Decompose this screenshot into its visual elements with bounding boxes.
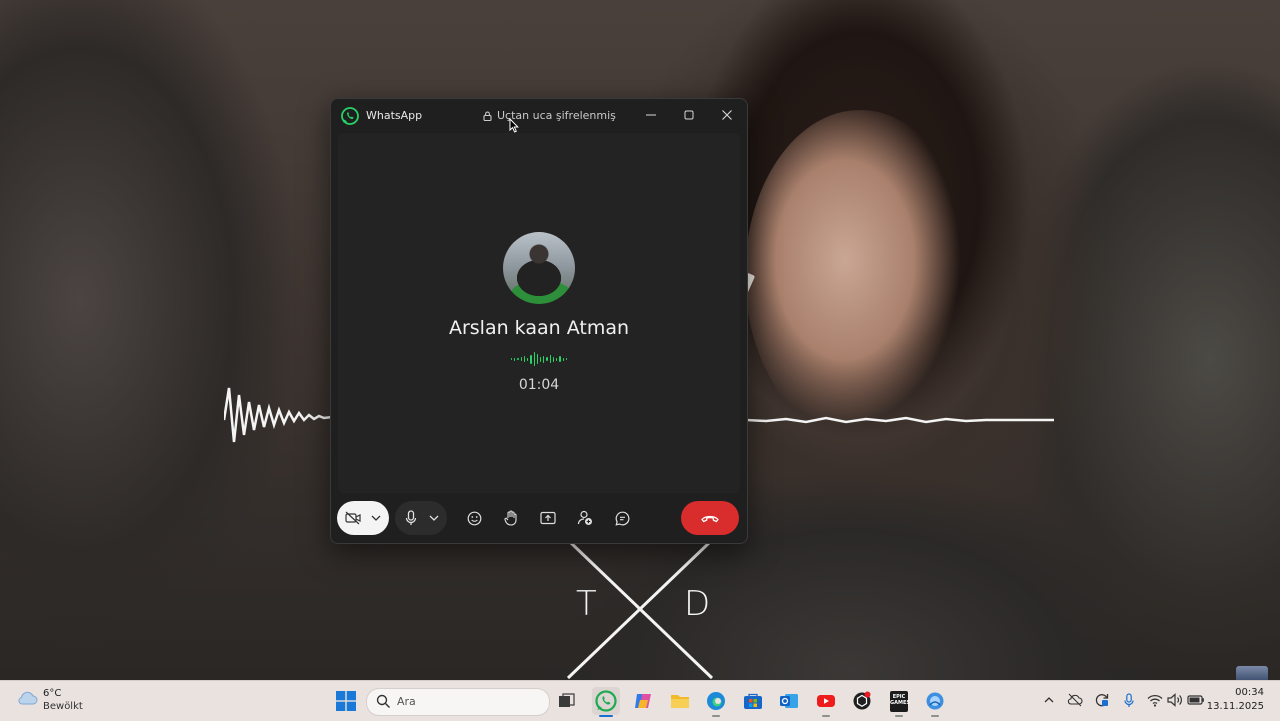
network-button[interactable] [1146, 691, 1164, 709]
volume-icon [1167, 693, 1182, 707]
wallpaper-letter-t: T [576, 584, 598, 624]
volume-button[interactable] [1166, 691, 1184, 709]
add-participant-button[interactable] [572, 501, 598, 535]
hand-icon [504, 510, 517, 526]
chevron-down-icon [371, 515, 381, 521]
wifi-icon [1147, 694, 1163, 707]
start-button[interactable] [336, 691, 356, 711]
onedrive-tray-button[interactable] [1066, 691, 1084, 709]
maximize-icon [684, 110, 694, 120]
folder-icon [671, 695, 689, 708]
mute-button[interactable] [398, 501, 424, 535]
running-indicator [712, 715, 720, 717]
chatgpt-icon [853, 691, 871, 710]
store-icon [744, 693, 762, 709]
maximize-button[interactable] [674, 103, 704, 127]
cloud-icon [18, 691, 38, 705]
chevron-up-icon [1044, 697, 1054, 703]
wallpaper-waveform-right [746, 416, 1054, 424]
weather-widget[interactable]: 6°C Bewölkt [0, 681, 110, 721]
youtube-icon [817, 695, 835, 707]
app-icon [926, 692, 944, 710]
taskbar-whatsapp[interactable] [592, 687, 620, 717]
whatsapp-icon [341, 107, 359, 125]
title-bar[interactable]: WhatsApp Uçtan uca şifrelenmiş [331, 99, 747, 133]
lock-icon [483, 111, 492, 121]
microphone-icon [1124, 692, 1134, 707]
wallpaper-face [745, 110, 975, 440]
whatsapp-call-window: WhatsApp Uçtan uca şifrelenmiş Arslan ka… [330, 98, 748, 544]
app-title: WhatsApp [366, 109, 423, 122]
whatsapp-icon [595, 690, 617, 712]
taskbar: 6°C Bewölkt Ara EPIC GAMES 00:34 13.11.2… [0, 680, 1280, 721]
active-indicator [599, 715, 613, 717]
mic-control-group [395, 501, 447, 535]
taskbar-edge[interactable] [702, 687, 730, 717]
caller-avatar [503, 232, 575, 304]
hang-up-icon [701, 515, 719, 523]
search-placeholder: Ara [397, 695, 416, 708]
sync-icon [1095, 694, 1109, 707]
taskbar-search[interactable]: Ara [366, 688, 550, 716]
chat-icon [614, 511, 629, 526]
encryption-indicator[interactable]: Uçtan uca şifrelenmiş [483, 109, 616, 122]
minimize-icon [646, 114, 656, 116]
wallpaper-waveform-left [224, 387, 332, 443]
clock[interactable]: 00:34 13.11.2025 [1200, 681, 1280, 721]
taskbar-chatgpt[interactable] [848, 687, 876, 715]
task-view-button[interactable] [553, 687, 581, 715]
edge-icon [707, 692, 725, 710]
camera-control-group [337, 501, 389, 535]
running-indicator [895, 715, 903, 717]
taskbar-copilot[interactable] [629, 687, 657, 715]
video-off-icon [345, 511, 361, 525]
sync-tray-button[interactable] [1093, 691, 1111, 709]
taskbar-youtube[interactable] [812, 687, 840, 717]
microphone-icon [405, 510, 417, 525]
running-indicator [822, 715, 830, 717]
copilot-icon [635, 694, 651, 708]
camera-off-button[interactable] [340, 501, 366, 535]
call-controls [331, 497, 747, 541]
clock-time: 00:34 [1235, 687, 1264, 698]
call-stage: Arslan kaan Atman 01:04 [338, 133, 740, 493]
wallpaper-letter-d: D [684, 584, 712, 624]
chat-button[interactable] [609, 501, 635, 535]
weather-description: Bewölkt [43, 701, 83, 712]
end-call-button[interactable] [681, 501, 739, 535]
minimize-button[interactable] [636, 103, 666, 127]
caller-name: Arslan kaan Atman [448, 317, 630, 339]
reactions-button[interactable] [461, 501, 487, 535]
taskbar-outlook[interactable] [775, 687, 803, 715]
windows-icon [336, 691, 356, 711]
close-button[interactable] [712, 103, 742, 127]
call-duration: 01:04 [518, 377, 560, 393]
raise-hand-button[interactable] [498, 501, 524, 535]
task-view-icon [559, 693, 575, 707]
weather-temperature: 6°C [43, 688, 62, 699]
emoji-icon [467, 511, 481, 525]
search-icon [376, 694, 391, 709]
clock-date: 13.11.2025 [1206, 701, 1264, 712]
share-screen-icon [540, 511, 556, 525]
mouse-cursor [509, 118, 519, 133]
taskbar-app[interactable] [921, 687, 949, 717]
share-screen-button[interactable] [535, 501, 561, 535]
audio-level-indicator [511, 351, 567, 367]
cloud-off-icon [1067, 693, 1083, 707]
microphone-tray-button[interactable] [1120, 691, 1138, 709]
camera-options-button[interactable] [366, 501, 386, 535]
taskbar-epic-games[interactable]: EPIC GAMES [885, 687, 913, 717]
outlook-icon [780, 694, 798, 708]
taskbar-file-explorer[interactable] [666, 687, 694, 715]
running-indicator [931, 715, 939, 717]
add-person-icon [577, 510, 592, 525]
taskbar-store[interactable] [739, 687, 767, 715]
mic-options-button[interactable] [424, 501, 444, 535]
chevron-down-icon [429, 515, 439, 521]
show-hidden-icons-button[interactable] [1040, 691, 1058, 709]
epic-games-icon: EPIC GAMES [890, 690, 910, 712]
close-icon [722, 110, 732, 120]
